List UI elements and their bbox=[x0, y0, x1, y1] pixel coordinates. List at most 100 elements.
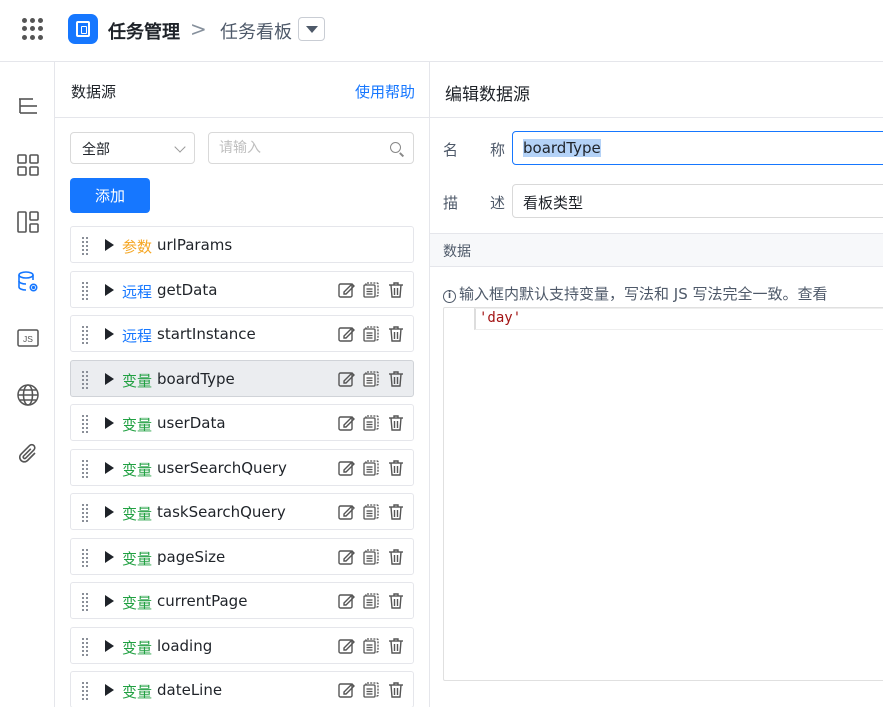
edit-icon[interactable] bbox=[337, 681, 355, 699]
datasource-item[interactable]: 参数 urlParams bbox=[70, 226, 414, 263]
copy-icon[interactable] bbox=[362, 414, 380, 432]
drag-handle-icon[interactable] bbox=[82, 593, 90, 611]
copy-icon[interactable] bbox=[362, 503, 380, 521]
edit-icon[interactable] bbox=[337, 414, 355, 432]
expand-caret-icon[interactable] bbox=[105, 639, 114, 652]
copy-icon[interactable] bbox=[362, 281, 380, 299]
datasource-kind: 变量 bbox=[122, 549, 153, 568]
edit-icon[interactable] bbox=[337, 637, 355, 655]
copy-icon[interactable] bbox=[362, 681, 380, 699]
delete-icon[interactable] bbox=[387, 459, 405, 477]
add-button[interactable]: 添加 bbox=[70, 178, 150, 213]
delete-icon[interactable] bbox=[387, 548, 405, 566]
datasource-kind: 远程 bbox=[122, 327, 153, 345]
name-input-value[interactable]: boardType bbox=[523, 139, 601, 157]
delete-icon[interactable] bbox=[387, 681, 405, 699]
expand-caret-icon[interactable] bbox=[105, 283, 114, 296]
copy-icon[interactable] bbox=[362, 370, 380, 388]
datasource-icon[interactable] bbox=[0, 260, 55, 304]
datasource-item[interactable]: 变量 dateLine bbox=[70, 671, 414, 707]
edit-icon[interactable] bbox=[337, 281, 355, 299]
drag-handle-icon[interactable] bbox=[82, 459, 90, 478]
description-input-value[interactable]: 看板类型 bbox=[523, 192, 583, 213]
help-link[interactable]: 使用帮助 bbox=[355, 81, 415, 102]
expand-caret-icon[interactable] bbox=[105, 239, 114, 251]
page-dropdown-button[interactable] bbox=[298, 17, 325, 41]
app-logo-icon[interactable] bbox=[68, 14, 98, 44]
edit-icon[interactable] bbox=[337, 325, 355, 343]
datasource-item[interactable]: 变量 boardType bbox=[70, 359, 414, 397]
globe-icon[interactable] bbox=[0, 373, 55, 417]
search-box[interactable] bbox=[208, 132, 414, 164]
drag-handle-icon[interactable] bbox=[82, 326, 90, 344]
components-icon[interactable] bbox=[0, 143, 55, 187]
drag-handle-icon[interactable] bbox=[82, 637, 90, 656]
expand-caret-icon[interactable] bbox=[105, 461, 114, 474]
code-line[interactable]: 'day' bbox=[474, 308, 883, 330]
datasource-item[interactable]: 变量 loading bbox=[70, 626, 414, 664]
app-name[interactable]: 任务管理 bbox=[108, 18, 180, 44]
top-bar: 任务管理 > 任务看板 bbox=[0, 0, 883, 62]
datasource-item[interactable]: 变量 userSearchQuery bbox=[70, 448, 414, 486]
delete-icon[interactable] bbox=[387, 325, 405, 343]
delete-icon[interactable] bbox=[387, 503, 405, 521]
drag-handle-icon[interactable] bbox=[82, 682, 90, 700]
copy-icon[interactable] bbox=[362, 637, 380, 655]
datasource-name: boardType bbox=[157, 369, 235, 388]
expand-caret-icon[interactable] bbox=[105, 506, 114, 518]
drag-handle-icon[interactable] bbox=[82, 370, 90, 389]
edit-icon[interactable] bbox=[337, 503, 355, 521]
datasource-item[interactable]: 变量 taskSearchQuery bbox=[70, 493, 414, 530]
expand-caret-icon[interactable] bbox=[105, 684, 114, 696]
expand-caret-icon[interactable] bbox=[105, 417, 114, 429]
datasource-item[interactable]: 变量 pageSize bbox=[70, 537, 414, 575]
delete-icon[interactable] bbox=[387, 592, 405, 610]
js-icon[interactable]: JS bbox=[0, 316, 55, 360]
layout-icon[interactable] bbox=[0, 200, 55, 244]
delete-icon[interactable] bbox=[387, 370, 405, 388]
datasource-kind: 变量 bbox=[122, 505, 153, 523]
edit-icon[interactable] bbox=[337, 459, 355, 477]
name-input[interactable]: boardType bbox=[512, 131, 883, 165]
copy-icon[interactable] bbox=[362, 325, 380, 343]
drag-handle-icon[interactable] bbox=[82, 281, 90, 300]
copy-icon[interactable] bbox=[362, 459, 380, 477]
drag-handle-icon[interactable] bbox=[82, 504, 90, 522]
edit-datasource-panel: 编辑数据源 名称 boardType 描述 看板类型 数据 i 输入框内默认支持变… bbox=[430, 62, 883, 707]
datasource-item[interactable]: 变量 currentPage bbox=[70, 582, 414, 619]
datasource-item[interactable]: 变量 userData bbox=[70, 404, 414, 441]
datasource-item[interactable]: 远程 startInstance bbox=[70, 315, 414, 352]
page-name[interactable]: 任务看板 bbox=[220, 18, 292, 44]
expand-caret-icon[interactable] bbox=[105, 550, 114, 563]
expand-caret-icon[interactable] bbox=[105, 328, 114, 340]
delete-icon[interactable] bbox=[387, 414, 405, 432]
edit-icon[interactable] bbox=[337, 548, 355, 566]
drag-handle-icon[interactable] bbox=[82, 415, 90, 433]
datasource-kind: 变量 bbox=[122, 416, 153, 434]
js-label: JS bbox=[23, 334, 33, 344]
expand-caret-icon[interactable] bbox=[105, 372, 114, 385]
copy-icon[interactable] bbox=[362, 592, 380, 610]
code-editor[interactable]: 'day' bbox=[443, 307, 883, 681]
attachment-icon[interactable] bbox=[0, 432, 55, 476]
type-filter-select[interactable]: 全部 bbox=[70, 132, 195, 164]
drag-handle-icon[interactable] bbox=[82, 548, 90, 567]
expand-caret-icon[interactable] bbox=[105, 595, 114, 607]
edit-icon[interactable] bbox=[337, 370, 355, 388]
description-input[interactable]: 看板类型 bbox=[512, 184, 883, 218]
outline-icon[interactable] bbox=[0, 85, 55, 129]
edit-icon[interactable] bbox=[337, 592, 355, 610]
search-input[interactable] bbox=[219, 138, 379, 158]
datasource-kind: 变量 bbox=[122, 371, 153, 390]
drag-handle-icon[interactable] bbox=[82, 237, 90, 255]
apps-grid-icon[interactable] bbox=[22, 18, 44, 40]
datasource-header: 数据源 使用帮助 bbox=[55, 62, 429, 118]
delete-icon[interactable] bbox=[387, 281, 405, 299]
datasource-item[interactable]: 远程 getData bbox=[70, 270, 414, 308]
copy-icon[interactable] bbox=[362, 548, 380, 566]
datasource-kind: 变量 bbox=[122, 460, 153, 479]
datasource-name: userSearchQuery bbox=[157, 458, 287, 477]
delete-icon[interactable] bbox=[387, 637, 405, 655]
search-icon[interactable] bbox=[390, 142, 401, 153]
datasource-kind: 变量 bbox=[122, 683, 153, 701]
